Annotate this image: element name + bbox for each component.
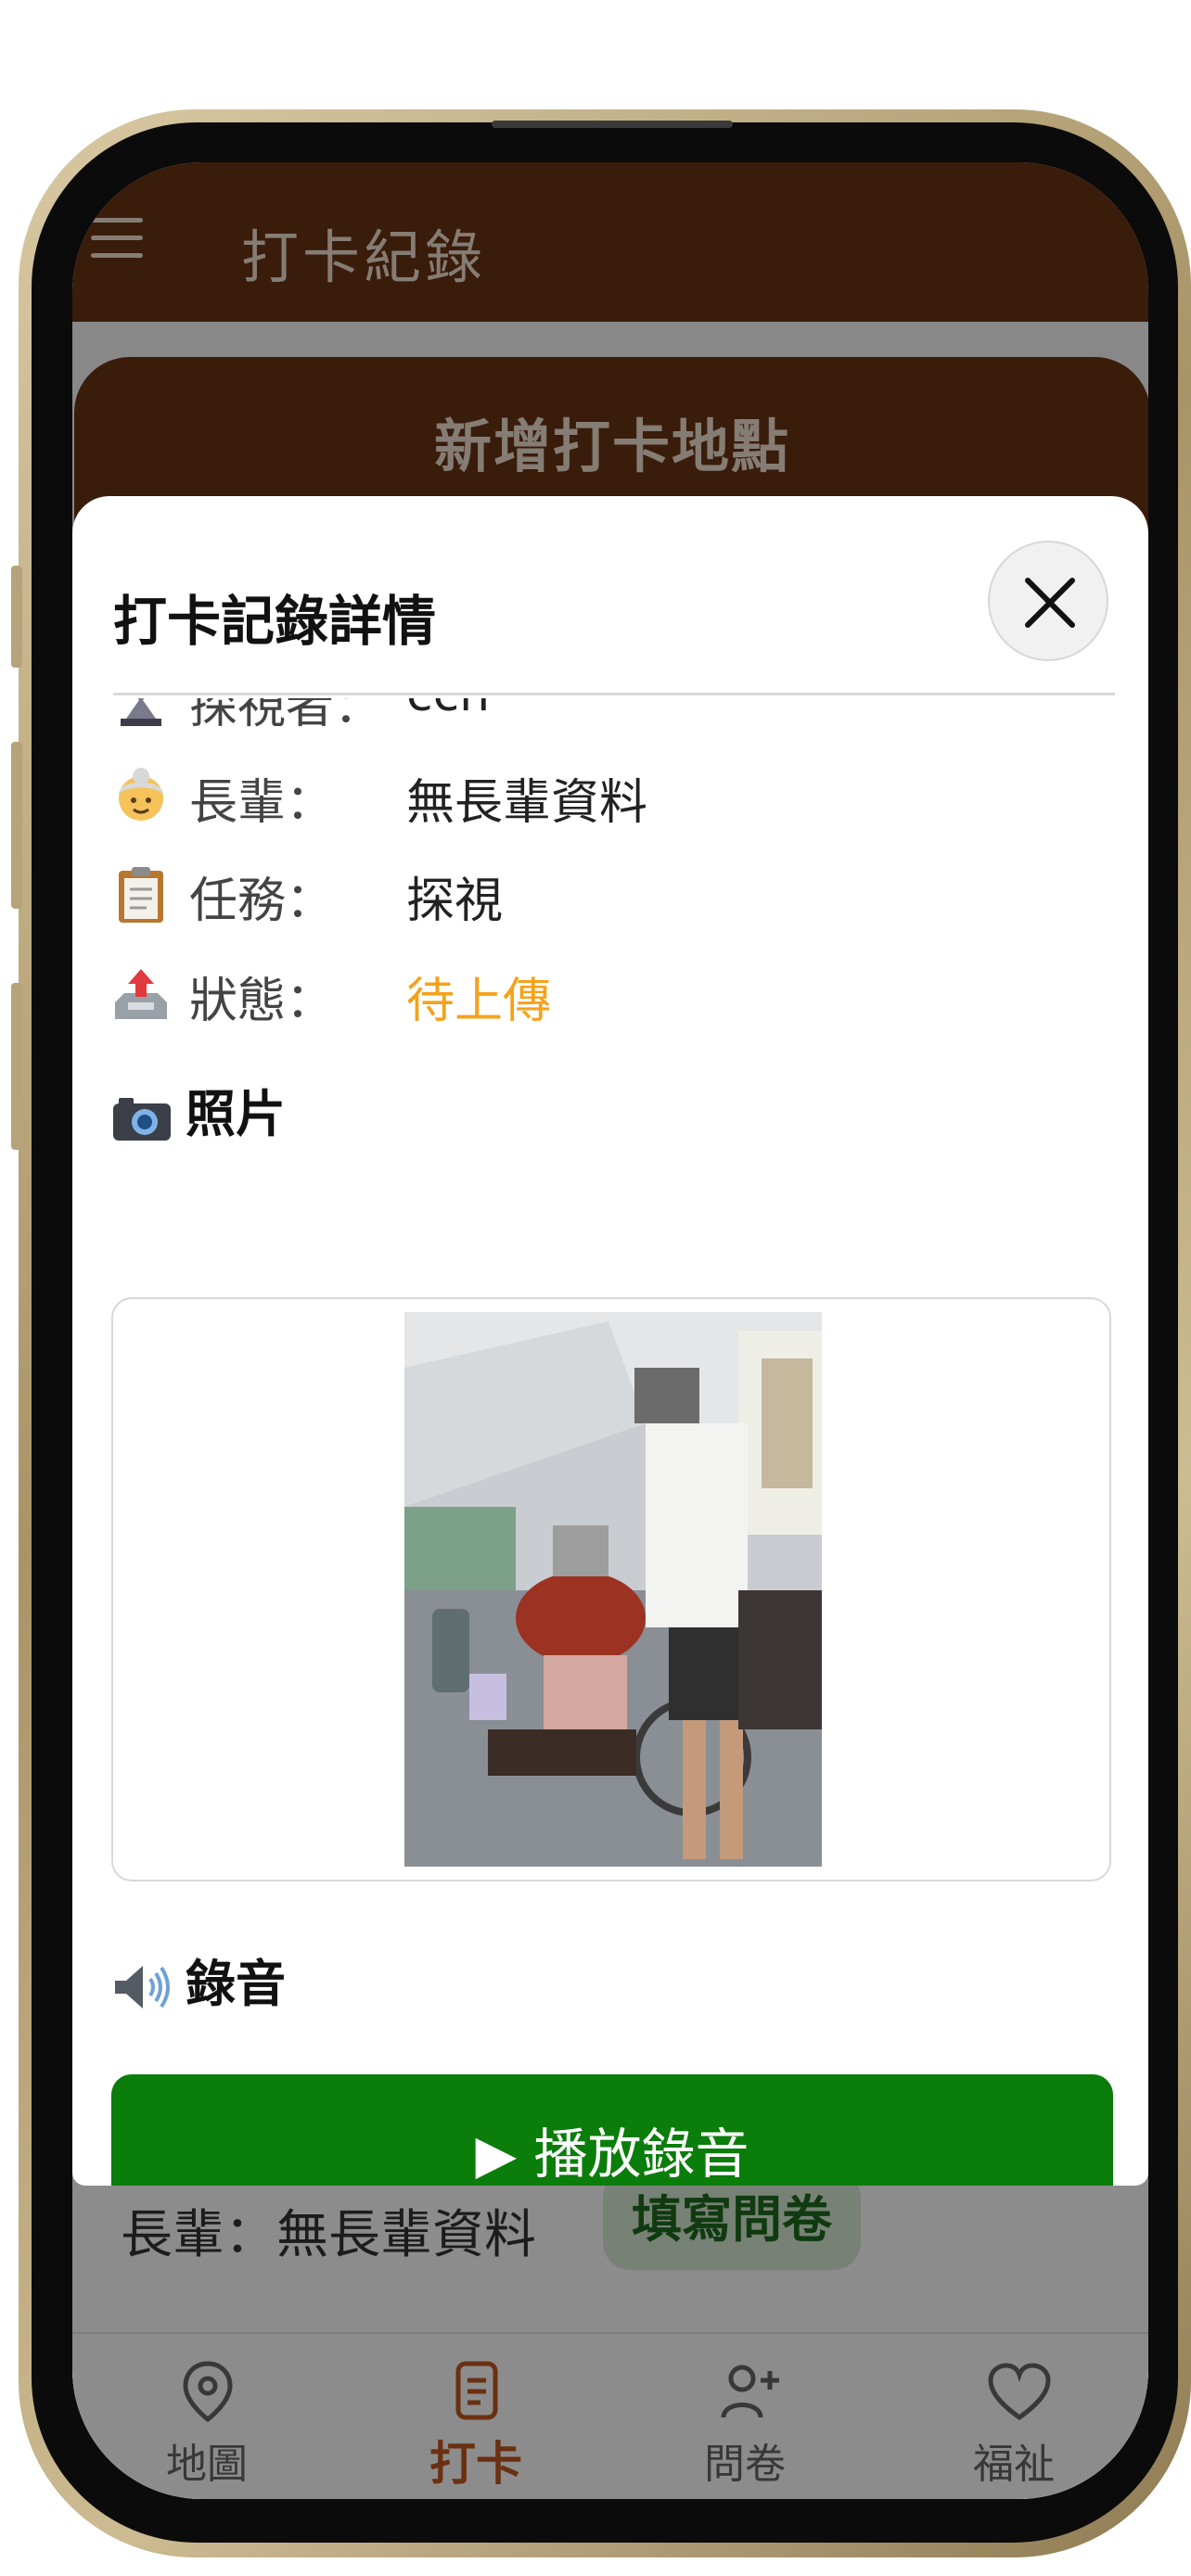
checkin-detail-modal: 打卡記錄詳情 探視者： ccn — [72, 496, 1148, 2186]
modal-scroll-area[interactable]: 探視者： ccn 長輩： 無長輩資料 — [72, 698, 1148, 2186]
modal-title: 打卡記錄詳情 — [113, 590, 437, 653]
task-value: 探視 — [406, 874, 504, 929]
photo-section-title: 照片 — [111, 1073, 286, 1146]
older-woman-icon — [119, 768, 163, 821]
play-recording-button[interactable]: ▶ 播放錄音 — [111, 2074, 1113, 2186]
clipboard-icon — [119, 867, 163, 923]
outbox-tray-icon — [115, 969, 167, 1019]
visitor-label: 探視者： — [189, 698, 383, 734]
checkin-photo[interactable] — [404, 1312, 822, 1867]
side-button — [11, 742, 22, 909]
close-button[interactable] — [988, 541, 1108, 661]
audio-section-label: 錄音 — [186, 1955, 286, 2013]
photo-section-label: 照片 — [186, 1085, 286, 1143]
side-button — [11, 566, 22, 668]
status-badge: 待上傳 — [406, 974, 552, 1029]
close-icon — [1025, 578, 1075, 628]
speaker-grille — [492, 121, 733, 128]
photo-image — [404, 1312, 822, 1867]
speaker-icon — [115, 1966, 170, 2009]
status-label: 狀態： — [189, 974, 335, 1029]
hourglass-icon — [121, 698, 161, 726]
screen: 打卡紀錄 新增打卡地點 長輩：無長輩資料 填寫問卷 地圖 打卡 問卷 福祉 打卡… — [72, 162, 1148, 2499]
photo-container — [111, 1297, 1111, 1881]
visitor-value: ccn — [406, 698, 490, 722]
side-button — [11, 983, 22, 1150]
audio-section-title: 錄音 — [111, 1943, 286, 2016]
elder-label: 長輩： — [189, 775, 335, 831]
elder-value: 無長輩資料 — [406, 775, 648, 831]
modal-divider — [113, 693, 1115, 695]
task-label: 任務： — [189, 874, 335, 929]
camera-icon — [113, 1098, 171, 1141]
